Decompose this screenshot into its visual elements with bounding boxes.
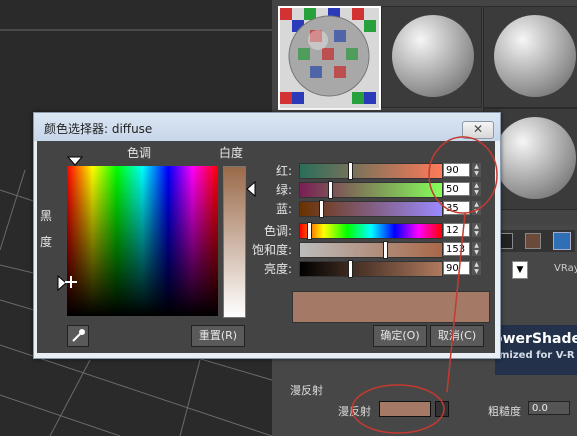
hsv-value-input-2[interactable]: 90 [443, 261, 470, 275]
channels-slider-0[interactable] [299, 162, 443, 180]
channels-slider-2[interactable] [299, 200, 443, 218]
slider-thumb[interactable] [348, 260, 353, 278]
close-button[interactable]: ✕ [462, 121, 494, 139]
hsv-label-2: 亮度: [263, 262, 292, 276]
channels-label-1: 绿: [275, 183, 292, 197]
powershade-banner: owerShade mized for V-R [493, 325, 577, 375]
channels-slider-1[interactable] [299, 181, 443, 199]
whiteness-pointer-icon[interactable] [246, 181, 256, 197]
material-slot-3[interactable] [483, 6, 577, 108]
hue-blackness-field[interactable] [65, 166, 218, 316]
toolbar-strip [495, 230, 575, 252]
eyedropper-button[interactable] [67, 325, 89, 347]
sphere-preview [392, 15, 474, 97]
spinner-icon[interactable]: ▲ ▼ [472, 201, 481, 215]
diffuse-map-button[interactable] [435, 401, 449, 417]
sphere-preview [494, 117, 576, 199]
hsv-value-input-0[interactable]: 12 [443, 223, 470, 237]
spinner-icon[interactable]: ▲ ▼ [472, 242, 481, 256]
eyedropper-icon [72, 329, 85, 342]
slider-thumb[interactable] [383, 241, 388, 259]
roughness-input[interactable]: 0.0 [528, 401, 570, 415]
hue-pointer-icon[interactable] [67, 156, 83, 166]
diffuse-color-swatch[interactable] [379, 401, 431, 417]
reset-button[interactable]: 重置(R) [191, 325, 245, 347]
channels-value-input-1[interactable]: 50 [443, 182, 470, 196]
ok-button[interactable]: 确定(O) [373, 325, 427, 347]
cancel-button[interactable]: 取消(C) [430, 325, 484, 347]
hsv-slider-2[interactable] [299, 260, 443, 278]
hsv-label-1: 饱和度: [251, 243, 292, 257]
diffuse-group-label: 漫反射 [290, 384, 323, 397]
spinner-icon[interactable]: ▲ ▼ [472, 182, 481, 196]
banner-title: owerShade [493, 331, 577, 347]
color-picker-dialog: 颜色选择器: diffuse ✕ 色调 白度 黑 度 红: 90 ▲ ▼ 绿: 50 ▲ ▼ 蓝… [33, 112, 501, 359]
roughness-label: 粗糙度 [488, 405, 521, 418]
channels-value-input-2[interactable]: 35 [443, 201, 470, 215]
spinner-icon[interactable]: ▲ ▼ [472, 261, 481, 275]
channels-value-input-0[interactable]: 90 [443, 163, 470, 177]
hsv-slider-1[interactable] [299, 241, 443, 259]
slider-thumb[interactable] [328, 181, 333, 199]
diffuse-label: 漫反射 [338, 405, 371, 418]
hsv-value-input-1[interactable]: 153 [443, 242, 470, 256]
dialog-client: 色调 白度 黑 度 红: 90 ▲ ▼ 绿: 50 ▲ ▼ 蓝: 35 ▲ ▼ 色调: 12 ▲ ▼ 饱和度:… [37, 141, 495, 353]
dropdown-arrow-icon[interactable]: ▼ [512, 261, 528, 279]
degree-label: 度 [40, 235, 53, 249]
black-label: 黑 [40, 209, 53, 223]
hsv-slider-0[interactable] [299, 222, 443, 240]
hsv-label-0: 色调: [263, 224, 292, 238]
sphere-preview [494, 15, 576, 97]
checker-icon[interactable] [525, 233, 541, 249]
dialog-title: 颜色选择器: diffuse [44, 122, 153, 136]
show-map-icon[interactable] [553, 232, 571, 250]
channels-label-0: 红: [275, 164, 292, 178]
material-slot-2[interactable] [381, 6, 482, 108]
banner-subtitle: mized for V-R [499, 350, 575, 361]
checker-background [280, 8, 379, 108]
material-slot-1[interactable] [278, 6, 381, 110]
crosshair-icon [65, 276, 77, 288]
vray-label: VRay [554, 263, 577, 274]
dialog-titlebar[interactable]: 颜色选择器: diffuse ✕ [34, 113, 500, 141]
color-preview [292, 291, 490, 323]
whiteness-label: 白度 [219, 146, 244, 160]
slider-thumb[interactable] [348, 162, 353, 180]
channels-label-2: 蓝: [275, 202, 292, 216]
whiteness-bar[interactable] [223, 166, 246, 318]
spinner-icon[interactable]: ▲ ▼ [472, 163, 481, 177]
slider-thumb[interactable] [319, 200, 324, 218]
spinner-icon[interactable]: ▲ ▼ [472, 223, 481, 237]
hue-label: 色调 [127, 146, 152, 160]
slider-thumb[interactable] [307, 222, 312, 240]
